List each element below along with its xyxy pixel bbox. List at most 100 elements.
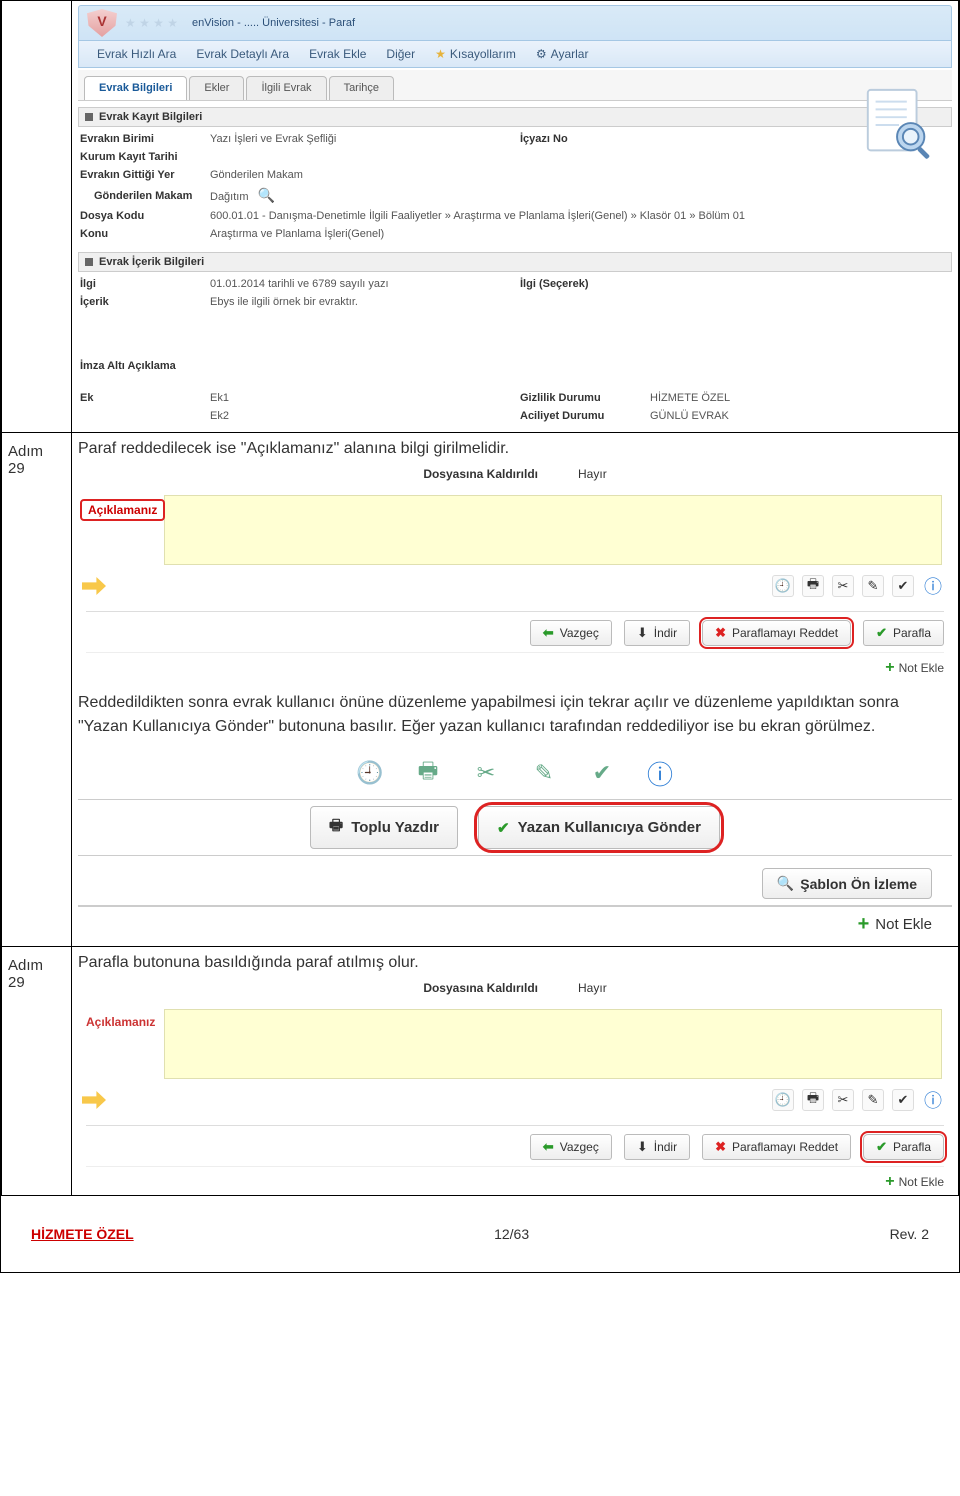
indir-button[interactable]: ⬇İndir bbox=[624, 620, 690, 646]
gear-icon: ⚙ bbox=[536, 47, 547, 61]
step-29b-text: Reddedildikten sonra evrak kullanıcı önü… bbox=[78, 691, 952, 739]
tab-ekler[interactable]: Ekler bbox=[189, 76, 244, 100]
check-icon[interactable]: ✔ bbox=[892, 1089, 914, 1111]
menu-kisayollarim[interactable]: ★Kısayollarım bbox=[435, 47, 516, 61]
doc-cross-icon[interactable]: ✂ bbox=[832, 575, 854, 597]
toolbar-icons: 🕘 🖶 ✂ ✎ ✔ ⓘ bbox=[772, 1089, 944, 1111]
step-29c-text: Parafla butonuna basıldığında paraf atıl… bbox=[78, 951, 952, 975]
plus-icon: + bbox=[885, 659, 894, 677]
val-evrakin-birimi: Yazı İşleri ve Evrak Şefliği bbox=[210, 133, 510, 145]
aciklamaniz-input[interactable] bbox=[164, 1009, 942, 1079]
check-icon[interactable]: ✔ bbox=[582, 753, 622, 793]
clock-icon[interactable]: 🕘 bbox=[772, 1089, 794, 1111]
window-titlebar: ★ ★ ★ ★ enVision - ..... Üniversitesi - … bbox=[78, 5, 952, 41]
paperclip-icon[interactable]: ✎ bbox=[524, 753, 564, 793]
mid-toolbar-icons: 🕘 🖶 ✂ ✎ ✔ ⓘ bbox=[78, 753, 952, 793]
printer-icon[interactable]: 🖶 bbox=[408, 753, 448, 793]
app-logo-icon bbox=[87, 9, 117, 37]
clock-icon[interactable]: 🕘 bbox=[772, 575, 794, 597]
paraflamayi-reddet-button[interactable]: ✖Paraflamayı Reddet bbox=[702, 620, 851, 646]
lbl-gittigi-yer: Evrakın Gittiği Yer bbox=[80, 169, 200, 181]
val-gizlilik: HİZMETE ÖZEL bbox=[650, 392, 870, 404]
parafla-button[interactable]: ✔Parafla bbox=[863, 1134, 944, 1160]
dosyasina-label: Dosyasına Kaldırıldı bbox=[423, 981, 538, 995]
arrow-right-icon bbox=[82, 577, 106, 595]
paraflamayi-reddet-button[interactable]: ✖Paraflamayı Reddet bbox=[702, 1134, 851, 1160]
val-konu: Araştırma ve Planlama İşleri(Genel) bbox=[210, 228, 870, 240]
val-aciliyet: GÜNLÜ EVRAK bbox=[650, 410, 870, 422]
check-icon[interactable]: ✔ bbox=[892, 575, 914, 597]
tab-tarihce[interactable]: Tarihçe bbox=[329, 76, 394, 100]
lbl-icerik: İçerik bbox=[80, 296, 200, 308]
section-icerik-bilgileri: Evrak İçerik Bilgileri bbox=[78, 252, 952, 272]
val-ek2: Ek2 bbox=[210, 410, 510, 422]
doc-cross-icon[interactable]: ✂ bbox=[832, 1089, 854, 1111]
lbl-gonderilen-makam: Gönderilen Makam bbox=[80, 190, 200, 202]
window-title: enVision - ..... Üniversitesi - Paraf bbox=[192, 17, 355, 29]
lbl-icyazi-no: İçyazı No bbox=[520, 133, 640, 145]
paperclip-icon[interactable]: ✎ bbox=[862, 575, 884, 597]
lbl-evrakin-birimi: Evrakın Birimi bbox=[80, 133, 200, 145]
vazgec-button[interactable]: ⬅Vazgeç bbox=[530, 1134, 612, 1160]
plus-icon: + bbox=[885, 1173, 894, 1191]
toolbar-icons: 🕘 🖶 ✂ ✎ ✔ ⓘ bbox=[772, 575, 944, 597]
step-number: 29 bbox=[8, 460, 65, 477]
search-icon: 🔍 bbox=[777, 875, 794, 892]
menu-diger[interactable]: Diğer bbox=[386, 47, 415, 61]
step-label: Adım bbox=[8, 443, 65, 460]
val-dosya-kodu: 600.01.01 - Danışma-Denetimle İlgili Faa… bbox=[210, 210, 870, 222]
not-ekle-link-big[interactable]: + Not Ekle bbox=[858, 913, 932, 936]
parafla-button[interactable]: ✔Parafla bbox=[863, 620, 944, 646]
dosyasina-value: Hayır bbox=[578, 981, 607, 995]
step-label: Adım bbox=[8, 957, 65, 974]
clock-icon[interactable]: 🕘 bbox=[350, 753, 390, 793]
not-ekle-link[interactable]: + Not Ekle bbox=[86, 652, 944, 677]
menu-ayarlar[interactable]: ⚙Ayarlar bbox=[536, 47, 589, 61]
printer-icon[interactable]: 🖶 bbox=[802, 575, 824, 597]
val-ek1: Ek1 bbox=[210, 392, 510, 404]
printer-icon[interactable]: 🖶 bbox=[802, 1089, 824, 1111]
not-ekle-link[interactable]: + Not Ekle bbox=[86, 1166, 944, 1191]
dosyasina-label: Dosyasına Kaldırıldı bbox=[423, 467, 538, 481]
indir-button[interactable]: ⬇İndir bbox=[624, 1134, 690, 1160]
page-footer: HİZMETE ÖZEL 12/63 Rev. 2 bbox=[1, 1196, 959, 1242]
toplu-yazdir-button[interactable]: 🖶 Toplu Yazdır bbox=[310, 806, 458, 849]
step-number: 29 bbox=[8, 974, 65, 991]
tab-ilgili-evrak[interactable]: İlgili Evrak bbox=[246, 76, 326, 100]
aciklamaniz-input[interactable] bbox=[164, 495, 942, 565]
menu-evrak-ekle[interactable]: Evrak Ekle bbox=[309, 47, 366, 61]
lbl-ek: Ek bbox=[80, 392, 200, 404]
sablon-on-izleme-button[interactable]: 🔍 Şablon Ön İzleme bbox=[762, 868, 932, 899]
lbl-dosya-kodu: Dosya Kodu bbox=[80, 210, 200, 222]
lbl-imza-alti: İmza Altı Açıklama bbox=[80, 360, 200, 372]
lbl-ilgi: İlgi bbox=[80, 278, 200, 290]
plus-icon: + bbox=[858, 913, 870, 936]
val-gonderilen-makam: Dağıtım 🔍 bbox=[210, 187, 510, 204]
footer-page-number: 12/63 bbox=[494, 1226, 529, 1242]
lbl-gizlilik: Gizlilik Durumu bbox=[520, 392, 640, 404]
info-icon[interactable]: ⓘ bbox=[640, 753, 680, 793]
star-icon: ★ bbox=[435, 47, 446, 61]
lbl-kurum-kayit-tarihi: Kurum Kayıt Tarihi bbox=[80, 151, 200, 163]
yazan-kullaniciya-gonder-button[interactable]: ✔ Yazan Kullanıcıya Gönder bbox=[478, 806, 720, 849]
aciklamaniz-label: Açıklamanız bbox=[80, 1013, 161, 1031]
vazgec-button[interactable]: ⬅Vazgeç bbox=[530, 620, 612, 646]
dosyasina-value: Hayır bbox=[578, 467, 607, 481]
menu-detayli-ara[interactable]: Evrak Detaylı Ara bbox=[196, 47, 289, 61]
step-29a-text: Paraf reddedilecek ise "Açıklamanız" ala… bbox=[78, 437, 952, 461]
section-kayit-bilgileri: Evrak Kayıt Bilgileri bbox=[78, 107, 952, 127]
val-ilgi: 01.01.2014 tarihli ve 6789 sayılı yazı bbox=[210, 278, 510, 290]
lbl-ilgi-secerek: İlgi (Seçerek) bbox=[520, 278, 640, 290]
star-icons: ★ ★ ★ ★ bbox=[125, 16, 178, 30]
val-gittigi-yer: Gönderilen Makam bbox=[210, 169, 510, 181]
info-icon[interactable]: ⓘ bbox=[922, 1089, 944, 1111]
menu-hizli-ara[interactable]: Evrak Hızlı Ara bbox=[97, 47, 176, 61]
arrow-right-icon bbox=[82, 1091, 106, 1109]
paperclip-icon[interactable]: ✎ bbox=[862, 1089, 884, 1111]
search-icon[interactable]: 🔍 bbox=[258, 187, 275, 203]
lbl-konu: Konu bbox=[80, 228, 200, 240]
info-icon[interactable]: ⓘ bbox=[922, 575, 944, 597]
tab-evrak-bilgileri[interactable]: Evrak Bilgileri bbox=[84, 76, 187, 100]
document-preview-icon[interactable] bbox=[860, 86, 938, 164]
doc-cross-icon[interactable]: ✂ bbox=[466, 753, 506, 793]
